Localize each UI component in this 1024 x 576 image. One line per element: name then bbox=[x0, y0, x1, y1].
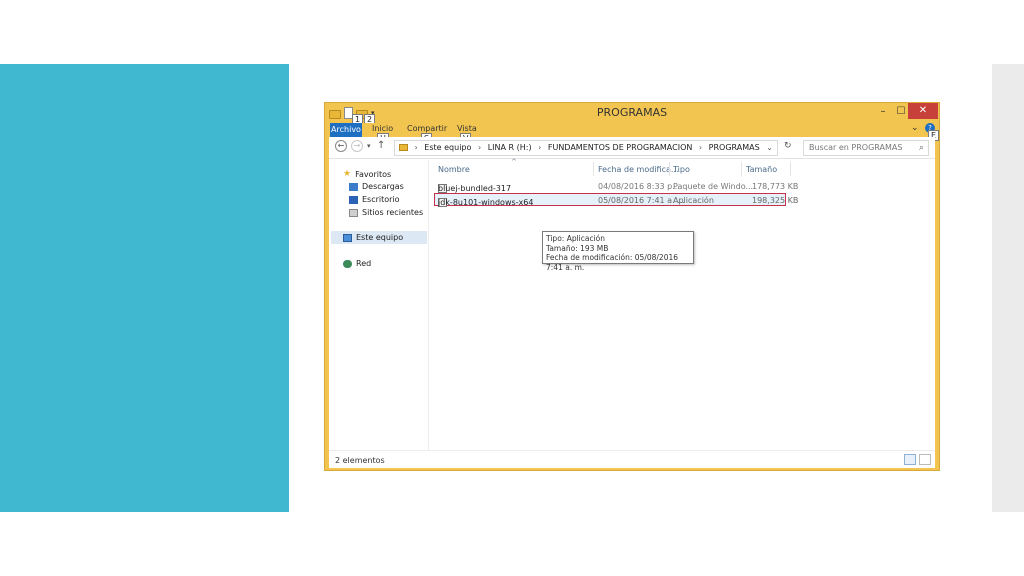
gray-decor-strip bbox=[992, 64, 1024, 512]
star-icon: ★ bbox=[343, 169, 352, 179]
nav-favorites[interactable]: ★ Favoritos bbox=[343, 169, 391, 179]
search-placeholder: Buscar en PROGRAMAS bbox=[809, 143, 903, 152]
ribbon-collapse-icon[interactable]: ⌄ bbox=[911, 123, 919, 133]
status-bar: 2 elementos bbox=[329, 450, 935, 468]
file-tooltip: Tipo: Aplicación Tamaño: 193 MB Fecha de… bbox=[542, 231, 694, 272]
file-date: 05/08/2016 7:41 a. ... bbox=[598, 196, 685, 205]
sort-arrow-icon: ^ bbox=[511, 158, 517, 166]
title-bar[interactable]: ▾ 1 2 PROGRAMAS – ☐ ✕ bbox=[325, 103, 939, 125]
tab-file[interactable]: Archivo bbox=[330, 123, 362, 137]
file-date: 04/08/2016 8:33 p.... bbox=[598, 182, 683, 191]
nav-desktop[interactable]: Escritorio bbox=[349, 195, 400, 204]
tab-home[interactable]: Inicio bbox=[372, 124, 393, 133]
breadcrumb-fundamentos[interactable]: FUNDAMENTOS DE PROGRAMACION bbox=[548, 143, 692, 152]
nav-this-pc[interactable]: Este equipo bbox=[343, 233, 403, 242]
desktop-icon bbox=[349, 195, 358, 204]
close-button[interactable]: ✕ bbox=[908, 103, 938, 119]
teal-decor-panel bbox=[0, 64, 289, 512]
folder-icon bbox=[399, 144, 408, 151]
downloads-icon bbox=[349, 182, 358, 191]
tooltip-size: Tamaño: 193 MB bbox=[546, 243, 609, 253]
ribbon-tabs: Archivo Inicio Compartir Vista H S V ⌄ ?… bbox=[329, 123, 940, 144]
file-name: bluej-bundled-317 bbox=[438, 184, 512, 193]
column-size[interactable]: Tamaño bbox=[746, 165, 777, 174]
slide: ▾ 1 2 PROGRAMAS – ☐ ✕ Archivo Inicio Com… bbox=[0, 0, 1024, 576]
file-size: 178,773 KB bbox=[752, 182, 799, 191]
file-row-selected[interactable]: jdk-8u101-windows-x64 05/08/2016 7:41 a.… bbox=[434, 193, 798, 207]
breadcrumb-programas[interactable]: PROGRAMAS bbox=[709, 143, 760, 152]
tooltip-date: Fecha de modificación: 05/08/2016 7:41 a… bbox=[546, 253, 679, 272]
column-type[interactable]: Tipo bbox=[673, 165, 690, 174]
window-title: PROGRAMAS bbox=[596, 106, 668, 119]
nav-downloads[interactable]: Descargas bbox=[349, 182, 404, 191]
file-list: ^ Nombre Fecha de modifica... Tipo Tamañ… bbox=[430, 158, 935, 450]
network-icon bbox=[343, 259, 352, 268]
details-view-icon[interactable] bbox=[904, 454, 916, 465]
refresh-icon[interactable]: ↻ bbox=[784, 141, 792, 151]
file-type: Paquete de Windo... bbox=[673, 182, 754, 191]
recent-locations-icon[interactable]: ▾ bbox=[367, 142, 371, 150]
computer-icon bbox=[343, 233, 352, 242]
tooltip-type: Tipo: Aplicación bbox=[546, 234, 606, 243]
column-name[interactable]: Nombre bbox=[438, 165, 470, 174]
minimize-button[interactable]: – bbox=[873, 104, 893, 120]
file-name: jdk-8u101-windows-x64 bbox=[438, 198, 534, 207]
tab-share[interactable]: Compartir bbox=[407, 124, 447, 133]
explorer-content: ← → ▾ ↑ › Este equipo › LINA R (H:) › FU… bbox=[329, 137, 935, 468]
search-input[interactable]: Buscar en PROGRAMAS ⌕ bbox=[803, 140, 929, 156]
up-icon[interactable]: ↑ bbox=[377, 140, 385, 151]
file-row[interactable]: bluej-bundled-317 04/08/2016 8:33 p.... … bbox=[434, 180, 798, 193]
address-row: ← → ▾ ↑ › Este equipo › LINA R (H:) › FU… bbox=[329, 137, 935, 159]
address-dropdown-icon[interactable]: ⌄ bbox=[766, 141, 773, 155]
back-icon[interactable]: ← bbox=[335, 140, 347, 152]
navigation-pane: ★ Favoritos Descargas Escritorio Sitios … bbox=[329, 160, 429, 450]
column-date[interactable]: Fecha de modifica... bbox=[598, 165, 679, 174]
recent-places-icon bbox=[349, 208, 358, 217]
file-size: 198,325 KB bbox=[752, 196, 799, 205]
explorer-window: ▾ 1 2 PROGRAMAS – ☐ ✕ Archivo Inicio Com… bbox=[324, 102, 940, 471]
nav-network[interactable]: Red bbox=[343, 259, 371, 268]
search-icon[interactable]: ⌕ bbox=[919, 141, 924, 155]
address-bar[interactable]: › Este equipo › LINA R (H:) › FUNDAMENTO… bbox=[394, 140, 778, 156]
file-type: Aplicación bbox=[673, 196, 714, 205]
tab-view[interactable]: Vista bbox=[457, 124, 477, 133]
nav-recent[interactable]: Sitios recientes bbox=[349, 208, 423, 217]
item-count: 2 elementos bbox=[335, 456, 385, 465]
forward-icon[interactable]: → bbox=[351, 140, 363, 152]
breadcrumb-drive[interactable]: LINA R (H:) bbox=[488, 143, 532, 152]
large-icons-view-icon[interactable] bbox=[919, 454, 931, 465]
breadcrumb-this-pc[interactable]: Este equipo bbox=[424, 143, 471, 152]
